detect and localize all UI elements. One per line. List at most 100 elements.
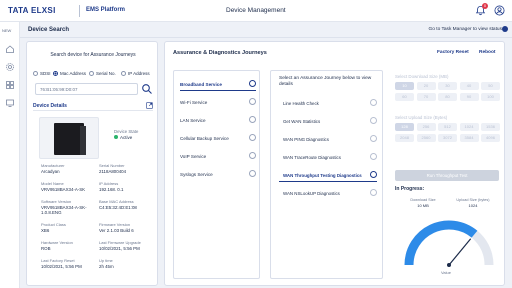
journey-syslogs[interactable]: Syslogs Service: [180, 169, 256, 181]
grid-icon[interactable]: [5, 80, 15, 90]
status-dot: [114, 135, 118, 139]
monitor-icon[interactable]: [5, 98, 15, 108]
factory-reset-button[interactable]: Factory Reset: [437, 50, 469, 55]
field-firmware-version: Firmware Version Ver 2.1.03 Build 6: [99, 222, 134, 233]
chevron-right-icon: [249, 152, 256, 159]
throughput-panel: Select Download Size (MB) 10 20 30 40 50 60 70…: [393, 70, 501, 279]
download-option-20[interactable]: 20: [416, 82, 436, 90]
test-wan-throughput[interactable]: WAN Throughput Testing Diagnostics: [279, 170, 377, 182]
search-title: Search device for Assurance Journeys: [50, 52, 136, 58]
section-title: Device Search: [28, 27, 70, 33]
nav-brand: NEW: [2, 28, 12, 33]
divider: [79, 5, 80, 17]
field-model-name: Model Name VRV9518BAX34-A-SK: [41, 181, 86, 192]
settings-icon[interactable]: [5, 62, 15, 72]
field-ip-address: IP Address 192.168. 0.1: [99, 181, 124, 192]
field-up-time: Up time 2h 45m: [99, 258, 114, 269]
search-icon[interactable]: [141, 83, 153, 95]
tests-heading: Select an Assurance Journey below to vie…: [279, 76, 372, 87]
chevron-right-icon: [249, 170, 256, 177]
download-option-30[interactable]: 30: [438, 82, 457, 90]
chevron-right-icon: [370, 135, 377, 142]
download-option-90[interactable]: 90: [459, 93, 479, 101]
upload-stat: Upload Size (bytes) 1024: [456, 198, 490, 208]
chevron-right-icon: [249, 134, 256, 141]
test-wan-traceroute[interactable]: WAN TraceRoute Diagnostics: [279, 152, 377, 164]
field-last-firmware-upgrade: Last Firmware Upgrade 10/02/2021, 5:56 PM: [99, 240, 141, 251]
download-option-10[interactable]: 10: [395, 82, 414, 90]
product-name: EMS Platform: [86, 7, 126, 13]
field-last-factory-reset: Last Factory Reset 10/02/2021, 5:56 PM: [41, 258, 82, 269]
task-manager-link[interactable]: Go to Task Manager to view status: [429, 27, 503, 32]
test-wan-statistics[interactable]: Get WAN Statistics: [279, 116, 377, 128]
arrow-right-icon[interactable]: [502, 26, 508, 32]
radio-sdsi[interactable]: SDSI: [33, 69, 51, 77]
throughput-gauge: [404, 220, 494, 267]
radio-mac-address[interactable]: Mac Address: [53, 69, 86, 77]
search-type-radios: SDSI Mac Address Serial No. IP Address: [33, 69, 157, 77]
test-line-health[interactable]: Line Health Check: [279, 98, 377, 110]
field-product-class: Product Class XB6: [41, 222, 66, 233]
page-title: Device Management: [226, 7, 286, 14]
download-size-label: Select Download Size (MB): [395, 74, 449, 79]
upload-option-1536[interactable]: 1536: [481, 123, 500, 131]
device-details-title: Device Details: [33, 103, 67, 109]
device-details-header: Device Details: [33, 101, 153, 111]
upload-option-512[interactable]: 512: [438, 123, 457, 131]
reboot-button[interactable]: Reboot: [479, 50, 496, 55]
radio-serial-no[interactable]: Serial No.: [89, 69, 116, 77]
device-image: [39, 117, 99, 159]
test-list: Select an Assurance Journey below to vie…: [270, 70, 383, 279]
test-wan-ping[interactable]: WAN PING Diagnostics: [279, 134, 377, 146]
gauge-value-label: Value: [441, 270, 451, 275]
chevron-right-icon: [370, 117, 377, 124]
upload-option-3072[interactable]: 3072: [438, 134, 457, 142]
download-option-60[interactable]: 60: [395, 93, 414, 101]
notification-badge: 0: [482, 3, 488, 9]
assurance-title: Assurance & Diagnostics Journeys: [173, 50, 267, 56]
upload-option-1024[interactable]: 1024: [459, 123, 479, 131]
assurance-panel: Assurance & Diagnostics Journeys Factory…: [164, 41, 505, 286]
upload-option-256[interactable]: 256: [416, 123, 436, 131]
device-search-panel: Search device for Assurance Journeys SDS…: [26, 41, 158, 286]
radio-ip-address[interactable]: IP Address: [121, 69, 150, 77]
journey-lan[interactable]: LAN Service: [180, 115, 256, 127]
field-hardware-version: Hardware Version ROB: [41, 240, 73, 251]
journey-list: Broadband Service Wi-Fi Service LAN Serv…: [173, 70, 260, 279]
download-option-80[interactable]: 80: [438, 93, 457, 101]
field-software-version: Software Version VRV9518BAX34-A-SK-1.0.8.…: [41, 199, 87, 215]
field-base-mac: Base MAC Address C4:E5:32:4D:E1:08: [99, 199, 137, 210]
chevron-right-icon: [249, 98, 256, 105]
home-icon[interactable]: [5, 44, 15, 54]
sub-header: Device Search Go to Task Manager to view…: [20, 22, 512, 38]
journey-broadband[interactable]: Broadband Service: [180, 79, 256, 91]
journey-cellular-backup[interactable]: Cellular Backup Service: [180, 133, 256, 145]
upload-option-2048[interactable]: 2048: [395, 134, 414, 142]
upload-option-128[interactable]: 128: [395, 123, 414, 131]
chevron-right-icon: [370, 153, 377, 160]
progress-title: In Progress:: [395, 186, 425, 192]
upload-option-2560[interactable]: 2560: [416, 134, 436, 142]
top-bar: TATA ELXSI EMS Platform Device Managemen…: [0, 0, 512, 22]
download-option-50[interactable]: 50: [481, 82, 500, 90]
upload-option-4096[interactable]: 4096: [481, 134, 500, 142]
side-nav: NEW: [0, 22, 20, 288]
user-icon[interactable]: [494, 5, 505, 16]
download-option-70[interactable]: 70: [416, 93, 436, 101]
chevron-right-icon: [249, 116, 256, 123]
download-stat: Download Size 10 MB: [410, 198, 436, 208]
journey-wifi[interactable]: Wi-Fi Service: [180, 97, 256, 109]
chevron-right-icon: [370, 189, 377, 196]
external-link-icon[interactable]: [146, 102, 153, 109]
device-state-value: Active: [114, 135, 132, 140]
test-wan-nslookup[interactable]: WAN NSLookUP Diagnostics: [279, 188, 377, 200]
journey-voip[interactable]: VoIP Service: [180, 151, 256, 163]
download-option-100[interactable]: 100: [481, 93, 500, 101]
search-input[interactable]: 76:B1:05:99:D0:07: [35, 83, 138, 95]
run-throughput-button[interactable]: Run Throughput Test: [395, 170, 499, 181]
logo: TATA ELXSI: [8, 6, 56, 15]
field-manufacturer: Manufacturer Arcadyan: [41, 163, 65, 174]
download-option-40[interactable]: 40: [459, 82, 479, 90]
chevron-right-icon: [370, 99, 377, 106]
upload-option-3584[interactable]: 3584: [459, 134, 479, 142]
